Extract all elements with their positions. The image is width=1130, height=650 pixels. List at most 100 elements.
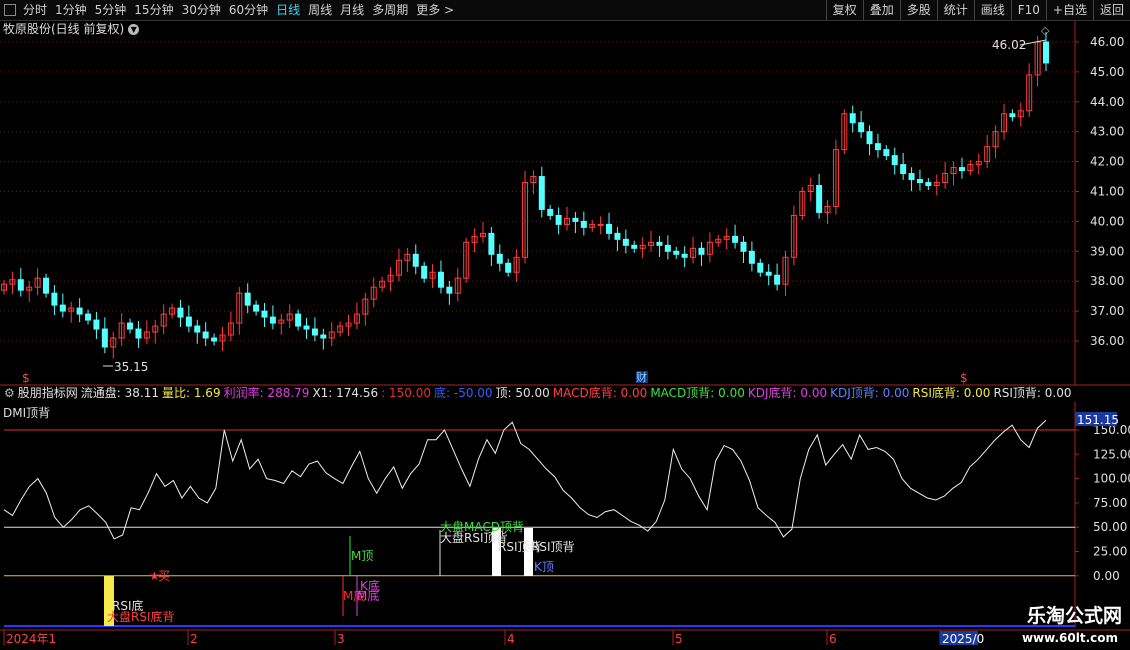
candle-up: [597, 223, 604, 226]
candle-down: [740, 241, 747, 252]
candle-down: [698, 247, 705, 255]
candle-down: [866, 131, 873, 145]
price-tick-label: 38.00: [1090, 274, 1124, 288]
ind-tick-label: 0.00: [1093, 569, 1120, 583]
candle-down: [883, 149, 890, 157]
signal-k-bottom: K底: [360, 578, 380, 593]
price-tick-label: 40.00: [1090, 214, 1124, 228]
candle-down: [622, 238, 629, 246]
candle-down: [261, 310, 268, 318]
date-tick-label: 6: [829, 632, 837, 646]
candle-down: [958, 167, 965, 172]
date-tick-label: 2025/0: [942, 632, 984, 646]
price-tick-label: 45.00: [1090, 65, 1124, 79]
candle-down: [673, 250, 680, 255]
candle-down: [916, 179, 923, 184]
indicator-sub-label: DMI顶背: [3, 406, 51, 420]
indicator-value-6: 顶: 50.00: [495, 386, 550, 400]
indicator-value-5: 底: -50.00: [434, 386, 493, 400]
event-dollar-marker: $: [22, 371, 30, 385]
candle-down: [320, 334, 327, 339]
ind-tick-label: 75.00: [1093, 496, 1127, 510]
candle-down: [555, 214, 562, 225]
ind-current-value: 151.15: [1077, 413, 1119, 427]
candle-down: [446, 286, 453, 294]
candle-down: [51, 292, 58, 306]
indicator-value-3: X1: 174.56: [312, 386, 379, 400]
caijing-marker: 财: [636, 370, 647, 384]
signal-m-top: M顶: [351, 549, 373, 563]
candle-down: [127, 322, 134, 330]
indicator-value-2: 利润率: 288.79: [223, 386, 310, 400]
candle-down: [496, 253, 503, 264]
ind-oscillator-line: [3, 419, 1047, 540]
indicator-value-0: 流通盘: 38.11: [80, 386, 159, 400]
candle-down: [412, 253, 419, 267]
date-tick-label: 2024年1: [6, 632, 56, 646]
signal-dapan-rsi-bottom: 大盘RSI底背: [107, 609, 175, 624]
candle-down: [614, 232, 621, 240]
price-tick-label: 36.00: [1090, 334, 1124, 348]
candle-down: [765, 271, 772, 276]
indicator-value-11: RSI底背: 0.00: [912, 386, 991, 400]
indicator-value-4: : 150.00: [381, 386, 431, 400]
candle-down: [211, 337, 218, 342]
indicator-value-9: KDJ底背: 0.00: [747, 386, 828, 400]
candle-down: [1009, 113, 1016, 118]
ind-tick-label: 50.00: [1093, 520, 1127, 534]
event-dollar-marker: $: [960, 371, 968, 385]
price-tick-label: 41.00: [1090, 185, 1124, 199]
candle-down: [437, 271, 444, 288]
date-tick-label: 2: [190, 632, 198, 646]
indicator-value-8: MACD顶背: 0.00: [650, 386, 745, 400]
low-price-label: 35.15: [114, 360, 148, 374]
candle-down: [681, 253, 688, 258]
indicator-settings-icon[interactable]: ⚙: [4, 386, 15, 401]
indicator-value-7: MACD底背: 0.00: [552, 386, 648, 400]
ind-tick-label: 25.00: [1093, 545, 1127, 559]
candle-down: [1043, 41, 1049, 64]
candle-down: [93, 319, 100, 330]
candle-down: [925, 182, 932, 187]
price-tick-label: 43.00: [1090, 125, 1124, 139]
candle-down: [177, 307, 184, 318]
candle-down: [874, 143, 881, 151]
candle-down: [816, 185, 823, 213]
watermark-logo: 乐淘公式网: [1026, 605, 1122, 627]
price-tick-label: 46.00: [1090, 35, 1124, 49]
candle-down: [572, 217, 579, 222]
date-tick-label: 3: [337, 632, 345, 646]
candle-down: [85, 313, 92, 321]
diamond-icon: ◇: [1041, 24, 1050, 37]
ind-tick-label: 100.00: [1093, 472, 1130, 486]
candle-down: [908, 173, 915, 181]
indicator-name[interactable]: 股朋指标网: [18, 386, 78, 401]
candle-down: [303, 325, 310, 330]
candle-down: [135, 328, 142, 339]
candle-down: [849, 113, 856, 124]
price-tick-label: 37.00: [1090, 304, 1124, 318]
candle-down: [295, 313, 302, 327]
price-tick-label: 44.00: [1090, 95, 1124, 109]
candle-down: [101, 328, 108, 348]
candle-down: [185, 316, 192, 327]
indicator-value-1: 量比: 1.69: [162, 386, 221, 400]
price-tick-label: 42.00: [1090, 155, 1124, 169]
candle-down: [43, 277, 50, 294]
signal-buy: 买: [158, 569, 170, 583]
candle-down: [505, 262, 512, 273]
indicator-header: ⚙ 股朋指标网 流通盘: 38.11 量比: 1.69 利润率: 288.79 X1:…: [0, 386, 1075, 401]
candle-down: [900, 164, 907, 175]
indicator-value-10: KDJ顶背: 0.00: [830, 386, 910, 400]
candle-down: [488, 232, 495, 255]
date-tick-label: 5: [675, 632, 683, 646]
candle-down: [757, 262, 764, 273]
price-tick-label: 39.00: [1090, 244, 1124, 258]
candle-down: [269, 316, 276, 324]
candle-down: [774, 274, 781, 285]
candle-down: [748, 250, 755, 264]
high-price-label: 46.02: [992, 38, 1026, 52]
candle-down: [580, 220, 587, 228]
kline-chart[interactable]: 46.00 45.00 44.00 43.00 42.00 41.00 40.00 39.00…: [0, 0, 1130, 650]
candle-down: [421, 265, 428, 279]
